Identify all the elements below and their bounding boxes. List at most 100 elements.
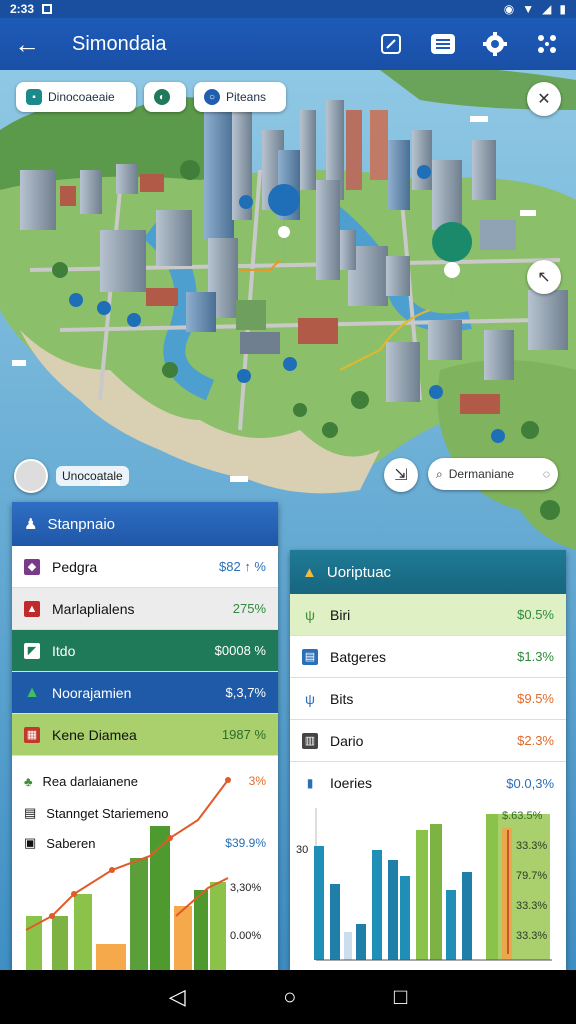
settings-gear-icon[interactable] (480, 29, 510, 59)
stat-label: Bits (330, 690, 354, 707)
stat-label: Pedgra (52, 558, 98, 575)
side-value: 33.3% (516, 900, 548, 912)
status-bar: 2:33 ◉ ▼ ◢ ▮ (0, 0, 576, 18)
map-filter-label: Dinocoaeaie (48, 90, 115, 104)
map-search-pill[interactable]: ⌕ Dermaniane ◌ (428, 458, 558, 490)
stat-row[interactable]: ▤ Batgeres $1.3% (290, 636, 566, 678)
stat-row[interactable]: ◆ Pedgra $82 ↑ % (12, 546, 278, 588)
stat-value: $82 ↑ % (219, 559, 266, 574)
right-panel-header: ▲ Uoriptuac (290, 550, 566, 594)
left-panel-chart: ♣ Rea darlaianene 3% ▤ Stannget Starieme… (12, 766, 278, 970)
edit-icon[interactable] (376, 29, 406, 59)
chat-icon: ◌ (542, 467, 550, 481)
filter-icon: ▪ (26, 89, 42, 105)
map-places-chip[interactable]: ○ Piteans (194, 82, 286, 112)
list-icon[interactable] (428, 29, 458, 59)
back-arrow-icon[interactable]: ← (14, 29, 54, 60)
stat-label: Marlaplialens (52, 600, 135, 617)
map-expand-icon[interactable]: ✕ (527, 82, 561, 116)
side-value: 33.3% (516, 840, 548, 852)
stat-label: Itdo (52, 642, 76, 659)
leaf-icon: ♣ (24, 773, 33, 789)
system-nav-bar: ◁ ○ □ (0, 970, 576, 1024)
stat-label: Biri (330, 606, 351, 623)
plant-icon: ψ (305, 606, 315, 623)
stat-row[interactable]: ψ Bits $9.5% (290, 678, 566, 720)
notification-icon (42, 4, 53, 14)
stat-label: Dario (330, 732, 364, 749)
stat-row[interactable]: ▦ Kene Diamea 1987 % (12, 714, 278, 756)
layer-icon: ◐ (154, 89, 170, 105)
doc-icon: ◤ (24, 642, 40, 659)
chart-extra-value: 0.00% (230, 930, 262, 942)
location-avatar (14, 459, 48, 493)
right-stats-panel: ▲ Uoriptuac ψ Biri $0.5% ▤ Batgeres $1.3… (290, 550, 566, 970)
share-icon[interactable] (532, 29, 562, 59)
map-filter-chip[interactable]: ▪ Dinocoaeaie (16, 82, 136, 112)
stat-row[interactable]: ◤ Itdo $0008 % (12, 630, 278, 672)
legend-item: ▤ Stannget Stariemeno (12, 798, 278, 828)
stat-value: $9.5% (517, 691, 554, 706)
stat-label: Kene Diamea (52, 726, 137, 743)
app-bar: ← Simondaia (0, 18, 576, 70)
map-export-icon[interactable]: ⇲ (384, 458, 418, 492)
stat-value: $0.5% (517, 607, 554, 622)
place-icon: ○ (204, 89, 220, 105)
side-value: 79.7% (516, 870, 548, 882)
location-chip[interactable]: Unocoatale (14, 458, 129, 494)
map-direction-icon[interactable]: ↖ (527, 260, 561, 294)
signal-icon: ◢ (542, 2, 552, 16)
stat-row[interactable]: ▲ Marlaplialens 275% (12, 588, 278, 630)
legend-label: Saberen (46, 835, 96, 851)
legend-item: ♣ Rea darlaianene 3% (12, 766, 278, 796)
stat-value: $0008 % (214, 643, 266, 658)
battery-icon: ▮ (559, 2, 566, 16)
stat-label: Noorajamien (52, 684, 132, 701)
stat-value: $,3,7% (225, 685, 266, 700)
stat-value: $2.3% (517, 733, 554, 748)
left-panel-header: ♟ Stanpnaio (12, 502, 278, 546)
warning-icon: ▲ (302, 563, 317, 581)
grid-icon: ▦ (24, 726, 40, 743)
stat-row[interactable]: ψ Biri $0.5% (290, 594, 566, 636)
legend-value: 3% (248, 774, 266, 788)
stat-row[interactable]: ▲ Noorajamien $,3,7% (12, 672, 278, 714)
legend-label: Rea darlaianene (42, 773, 138, 789)
stat-value: 275% (232, 601, 266, 616)
legend-value: $39.9% (225, 836, 266, 850)
left-panel-title: Stanpnaio (47, 515, 116, 533)
map-search-label: Dermaniane (448, 467, 515, 481)
location-label: Unocoatale (56, 466, 129, 486)
chart-extra-value: 3,30% (230, 882, 262, 894)
wifi-icon: ▼ (522, 2, 535, 16)
stat-row[interactable]: ▮ Ioeries $0.0,3% (290, 762, 566, 804)
nav-recents-icon[interactable]: □ (394, 984, 407, 1010)
nav-home-icon[interactable]: ○ (283, 984, 296, 1010)
right-panel-title: Uoriptuac (326, 563, 392, 581)
clipboard-icon: ▣ (24, 835, 37, 850)
plant-icon: ψ (305, 690, 315, 707)
stat-label: Batgeres (330, 648, 387, 665)
stat-row[interactable]: ▥ Dario $2.3% (290, 720, 566, 762)
legend-item: ▣ Saberen $39.9% (12, 828, 278, 858)
nav-back-icon[interactable]: ◁ (169, 984, 186, 1010)
axis-label: 30 (296, 844, 309, 856)
status-time: 2:33 (10, 2, 35, 16)
doc-icon: ▤ (302, 648, 318, 665)
app-title: Simondaia (72, 32, 167, 55)
map-places-label: Piteans (226, 90, 267, 104)
sync-icon: ◉ (503, 2, 515, 16)
map-layer-chip[interactable]: ◐ (144, 82, 186, 112)
stat-label: Ioeries (330, 775, 373, 791)
tag-icon: ◆ (24, 558, 40, 575)
side-value: $.63.5% (502, 810, 543, 822)
side-value: 33.3% (516, 930, 548, 942)
stat-value: 1987 % (221, 727, 266, 742)
person-icon: ♟ (24, 516, 38, 533)
stat-value: $1.3% (517, 649, 554, 664)
chart-icon: ▮ (306, 776, 314, 790)
legend-label: Stannget Stariemeno (46, 805, 169, 821)
list-box-icon: ▤ (24, 805, 37, 820)
search-icon: ⌕ (436, 466, 443, 481)
right-panel-chart: 30 $.63.5% 33.3% 79.7% 33.3% 33.3% (290, 804, 566, 970)
